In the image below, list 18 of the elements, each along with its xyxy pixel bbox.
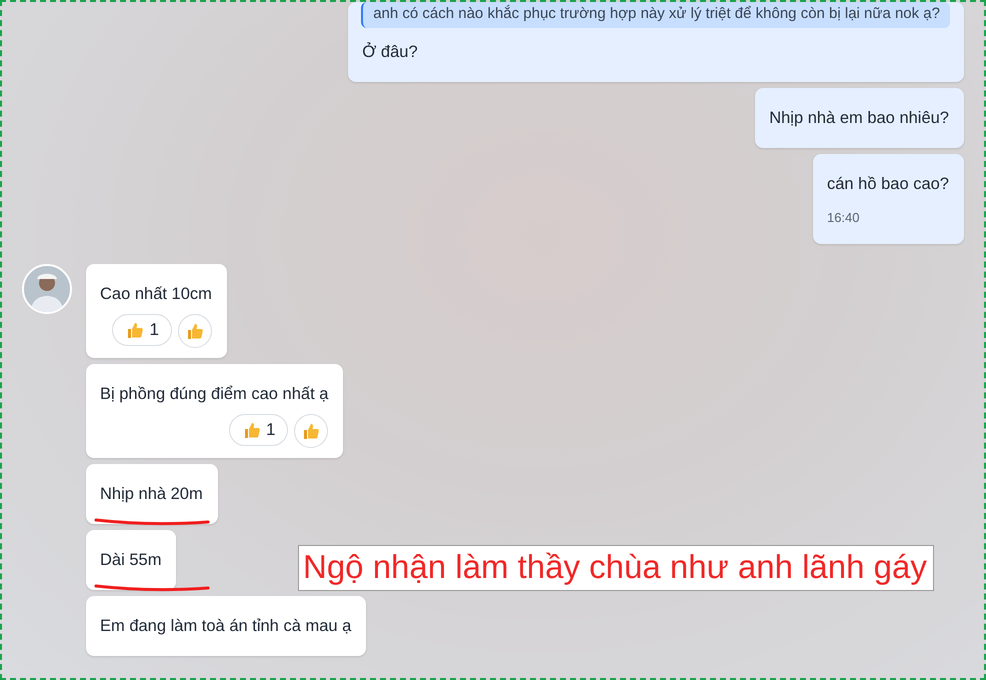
- message-text: Cao nhất 10cm: [100, 284, 212, 305]
- reaction-count[interactable]: 1: [112, 314, 172, 346]
- react-button[interactable]: [178, 314, 212, 348]
- reaction-count[interactable]: 1: [228, 414, 288, 446]
- react-button[interactable]: [294, 414, 328, 448]
- message-text: Em đang làm toà án tỉnh cà mau ạ: [100, 616, 352, 637]
- avatar[interactable]: [22, 264, 72, 314]
- thumbs-up-icon: [301, 421, 322, 441]
- thumbs-up-icon: [125, 320, 146, 340]
- message-text: Dài 55m: [100, 550, 162, 571]
- message-text: cán hồ bao cao?: [826, 174, 949, 195]
- message-text: Nhịp nhà 20m: [100, 484, 203, 505]
- message-time: 16:40: [826, 210, 861, 226]
- message-text: Ở đâu?: [362, 41, 419, 63]
- quoted-message: anh có cách nào khắc phục trường hợp này xử lý triệt để không còn bị lại nữa nok ạ?: [361, 2, 950, 28]
- message-text: Nhịp nhà em bao nhiêu?: [769, 108, 949, 129]
- annotation-caption: Ngộ nhận làm thầy chùa như anh lãnh gáy: [298, 545, 934, 591]
- message-text: Bị phồng đúng điểm cao nhất ạ: [100, 384, 328, 405]
